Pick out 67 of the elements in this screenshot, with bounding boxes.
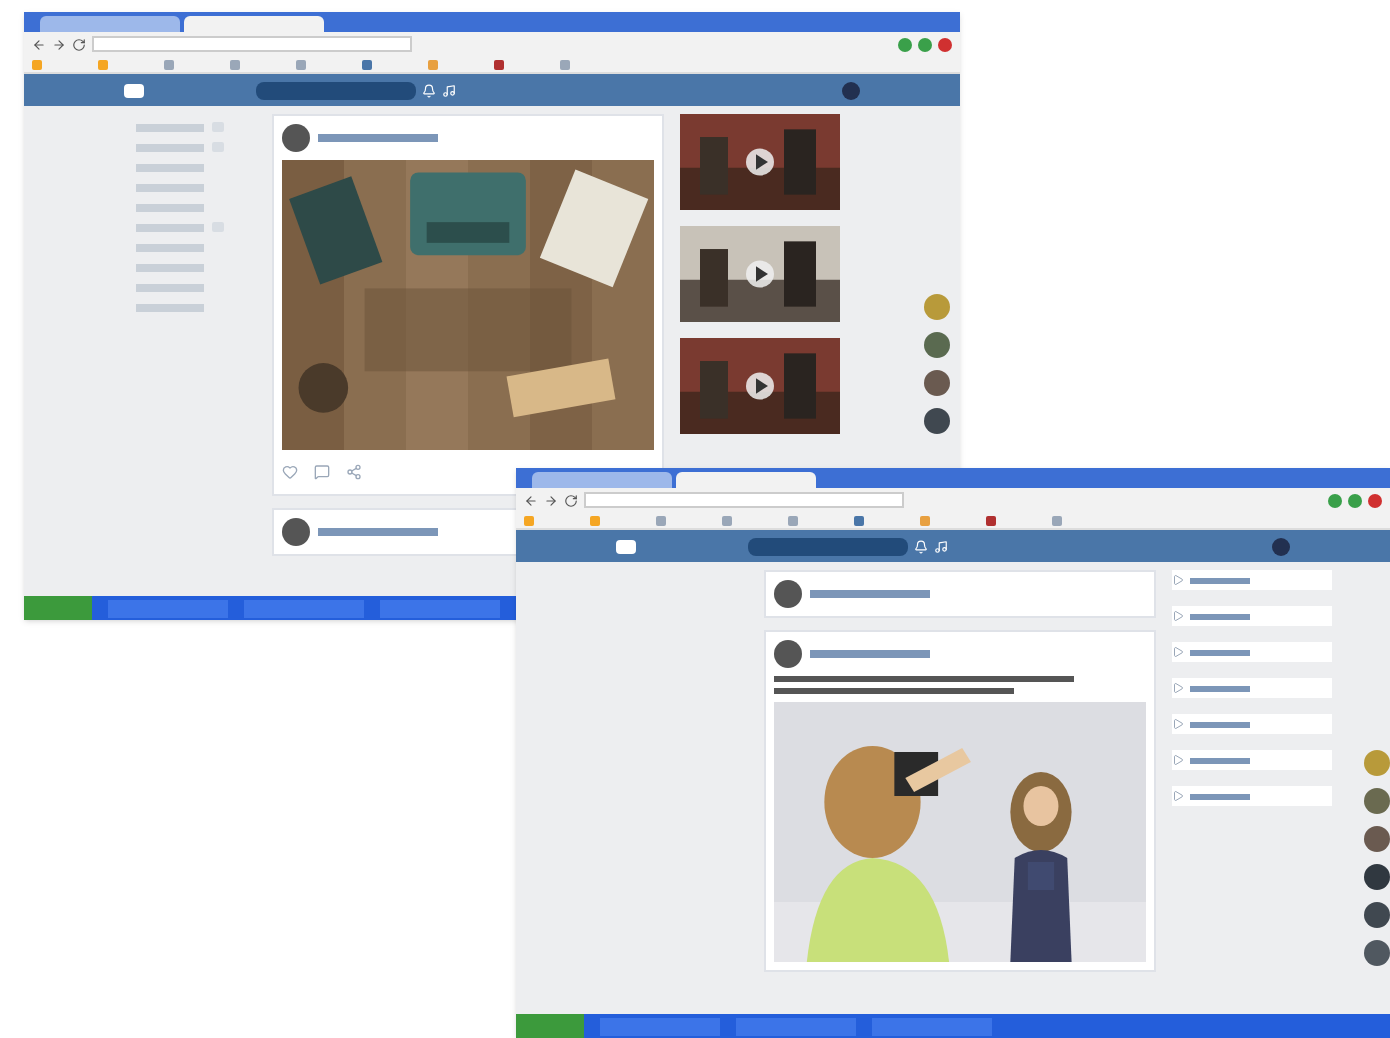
url-field[interactable] — [92, 36, 412, 52]
bell-icon[interactable] — [914, 539, 928, 553]
forward-icon[interactable] — [544, 493, 558, 507]
start-button[interactable] — [24, 596, 92, 620]
reload-icon[interactable] — [72, 37, 86, 51]
friend-avatar[interactable] — [1364, 864, 1390, 890]
menu-item[interactable] — [136, 302, 204, 312]
play-icon — [1172, 682, 1184, 694]
sidebar-entry[interactable] — [1172, 786, 1332, 806]
play-icon — [1172, 574, 1184, 586]
menu-item[interactable] — [136, 162, 204, 172]
sidebar-entry[interactable] — [1172, 750, 1332, 770]
back-icon[interactable] — [524, 493, 538, 507]
friend-avatar[interactable] — [1364, 826, 1390, 852]
friend-avatar[interactable] — [1364, 788, 1390, 814]
sidebar-entry[interactable] — [1172, 642, 1332, 662]
friend-avatar[interactable] — [924, 408, 950, 434]
bookmark-icon[interactable] — [986, 515, 996, 525]
taskbar-item[interactable] — [600, 1017, 720, 1035]
play-icon — [1172, 790, 1184, 802]
play-icon — [1172, 754, 1184, 766]
friend-avatar[interactable] — [924, 332, 950, 358]
bookmark-icon[interactable] — [494, 59, 504, 69]
bell-icon[interactable] — [422, 83, 436, 97]
avatar-icon[interactable] — [282, 124, 310, 152]
taskbar-item[interactable] — [872, 1017, 992, 1035]
bookmark-icon[interactable] — [362, 59, 372, 69]
friend-avatar[interactable] — [1364, 940, 1390, 966]
search-field[interactable] — [748, 537, 908, 555]
menu-item[interactable] — [136, 282, 204, 292]
share-icon[interactable] — [346, 464, 362, 480]
taskbar-item[interactable] — [244, 599, 364, 617]
menu-item[interactable] — [136, 242, 204, 252]
friend-avatar[interactable] — [1364, 902, 1390, 928]
menu-item[interactable] — [136, 222, 226, 232]
play-icon — [1172, 610, 1184, 622]
search-field[interactable] — [256, 81, 416, 99]
comment-icon[interactable] — [314, 464, 330, 480]
sidebar-entry[interactable] — [1172, 714, 1332, 734]
logo-icon[interactable] — [616, 539, 636, 553]
music-icon[interactable] — [442, 83, 456, 97]
menu-item[interactable] — [136, 182, 204, 192]
avatar-icon[interactable] — [282, 518, 310, 546]
forward-icon[interactable] — [52, 37, 66, 51]
avatar-icon[interactable] — [774, 580, 802, 608]
menu-item[interactable] — [136, 202, 204, 212]
music-icon[interactable] — [934, 539, 948, 553]
taskbar-item[interactable] — [736, 1017, 856, 1035]
menu-item[interactable] — [136, 262, 204, 272]
bookmark-icon[interactable] — [854, 515, 864, 525]
taskbar-item[interactable] — [108, 599, 228, 617]
back-icon[interactable] — [32, 37, 46, 51]
logo-icon[interactable] — [124, 83, 144, 97]
sidebar-entry[interactable] — [1172, 678, 1332, 698]
play-icon — [1172, 646, 1184, 658]
friend-avatar[interactable] — [924, 370, 950, 396]
menu-item[interactable] — [136, 122, 226, 132]
taskbar-item[interactable] — [380, 599, 500, 617]
sidebar-entry[interactable] — [1172, 606, 1332, 626]
play-icon — [1172, 718, 1184, 730]
avatar-icon[interactable] — [774, 640, 802, 668]
start-button[interactable] — [516, 1014, 584, 1038]
reload-icon[interactable] — [564, 493, 578, 507]
like-icon[interactable] — [282, 464, 298, 480]
sidebar-entry[interactable] — [1172, 570, 1332, 590]
url-field[interactable] — [584, 492, 904, 508]
menu-item[interactable] — [136, 142, 226, 152]
